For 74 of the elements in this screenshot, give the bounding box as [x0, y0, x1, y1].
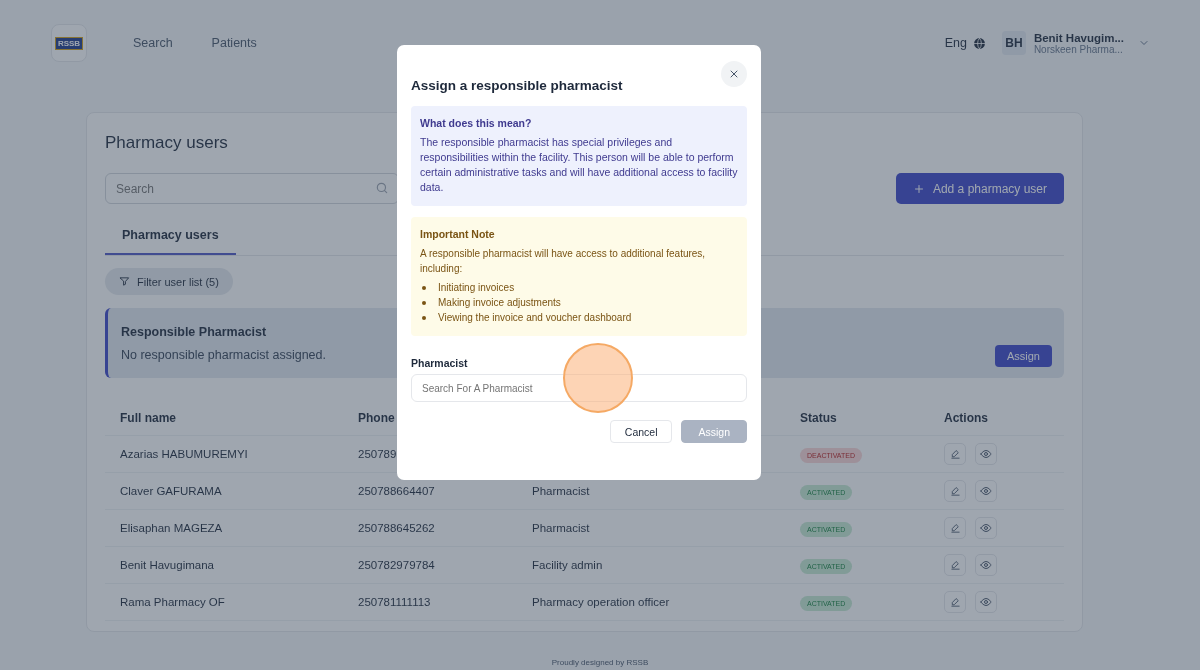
list-item: Viewing the invoice and voucher dashboard — [438, 311, 632, 325]
pencil-icon — [949, 596, 961, 608]
table-cell-text: 250788645262 — [358, 522, 436, 534]
footer-text: Proudly designed by RSSB — [550, 658, 650, 667]
table-cell-text: Pharmacist — [532, 485, 591, 497]
field-label: Pharmacist — [411, 357, 469, 369]
edit-button[interactable] — [944, 480, 966, 502]
avatar: BH — [1001, 31, 1026, 55]
table-cell-text: Azarias HABUMUREMYI — [120, 448, 249, 460]
pencil-icon — [949, 448, 961, 460]
table-cell-text: 250782979784 — [358, 559, 436, 571]
nav-link[interactable]: Patients — [211, 36, 257, 50]
edit-button[interactable] — [944, 517, 966, 539]
dialog-title: Assign a responsible pharmacist — [411, 78, 623, 93]
add-user-button[interactable]: Add a pharmacy user — [895, 173, 1064, 204]
pencil-icon — [949, 485, 961, 497]
table-cell-text: 250789 — [358, 448, 398, 460]
close-icon — [728, 68, 740, 80]
cancel-button[interactable]: Cancel — [609, 420, 673, 443]
plus-icon — [912, 182, 925, 195]
panel-title: Responsible Pharmacist — [121, 324, 268, 339]
note-text: A responsible pharmacist will have access to additional features, including: — [420, 247, 707, 276]
assign-button[interactable]: Assign — [994, 345, 1052, 367]
bullet-icon — [422, 300, 426, 305]
edit-button[interactable] — [944, 554, 966, 576]
table-cell-text: Facility admin — [532, 559, 604, 571]
language-label[interactable]: Eng — [944, 36, 967, 50]
bullet-icon — [422, 285, 426, 290]
panel-message: No responsible pharmacist assigned. — [121, 347, 326, 362]
edit-button[interactable] — [944, 591, 966, 613]
table-cell-text: Elisaphan MAGEZA — [120, 522, 224, 534]
table-cell-text: Pharmacist — [532, 522, 591, 534]
tab[interactable]: Pharmacy users — [105, 218, 236, 255]
globe-icon — [972, 36, 986, 50]
user-facility: Norskeen Pharma... — [1033, 43, 1124, 55]
nav-link[interactable]: Search — [133, 36, 173, 50]
list-item: Making invoice adjustments — [438, 296, 561, 310]
pencil-icon — [949, 559, 961, 571]
logo-text: RSSB — [54, 36, 84, 50]
column-header: Status — [800, 411, 838, 425]
column-header: Phone — [358, 411, 396, 425]
page-title: Pharmacy users — [105, 133, 228, 153]
eye-icon — [980, 559, 992, 571]
filter-button[interactable]: Filter user list (5) — [105, 268, 233, 295]
eye-icon — [980, 596, 992, 608]
info-text: The responsible pharmacist has special privileges and responsibilities within the facility. This person will be able to perform certain administrative tasks and will have additional access to facility data. — [420, 135, 738, 195]
close-button[interactable] — [721, 61, 747, 87]
eye-icon — [980, 485, 992, 497]
pencil-icon — [949, 522, 961, 534]
filter-icon — [119, 276, 130, 287]
view-button[interactable] — [975, 554, 997, 576]
user-name: Benit Havugim... — [1033, 31, 1124, 44]
note-title: Important Note — [420, 228, 496, 240]
eye-icon — [980, 522, 992, 534]
bullet-icon — [422, 315, 426, 320]
search-icon — [375, 181, 389, 195]
pharmacist-search-field[interactable]: Search For A Pharmacist — [411, 374, 747, 402]
table-cell-text: Pharmacy operation officer — [532, 596, 671, 608]
table-cell-text: 250781111113 — [358, 596, 432, 608]
list-item: Initiating invoices — [438, 281, 515, 295]
table-cell-text: Rama Pharmacy OF — [120, 596, 226, 608]
table-cell-text: 250788664407 — [358, 485, 436, 497]
view-button[interactable] — [975, 591, 997, 613]
table-cell-text: Benit Havugimana — [120, 559, 215, 571]
column-header: Actions — [944, 411, 989, 425]
eye-icon — [980, 448, 992, 460]
column-header: Full name — [120, 411, 177, 425]
table-cell-text: Claver GAFURAMA — [120, 485, 223, 497]
info-title: What does this mean? — [420, 117, 533, 129]
view-button[interactable] — [975, 443, 997, 465]
view-button[interactable] — [975, 517, 997, 539]
search-field[interactable]: Search — [105, 173, 399, 204]
view-button[interactable] — [975, 480, 997, 502]
edit-button[interactable] — [944, 443, 966, 465]
